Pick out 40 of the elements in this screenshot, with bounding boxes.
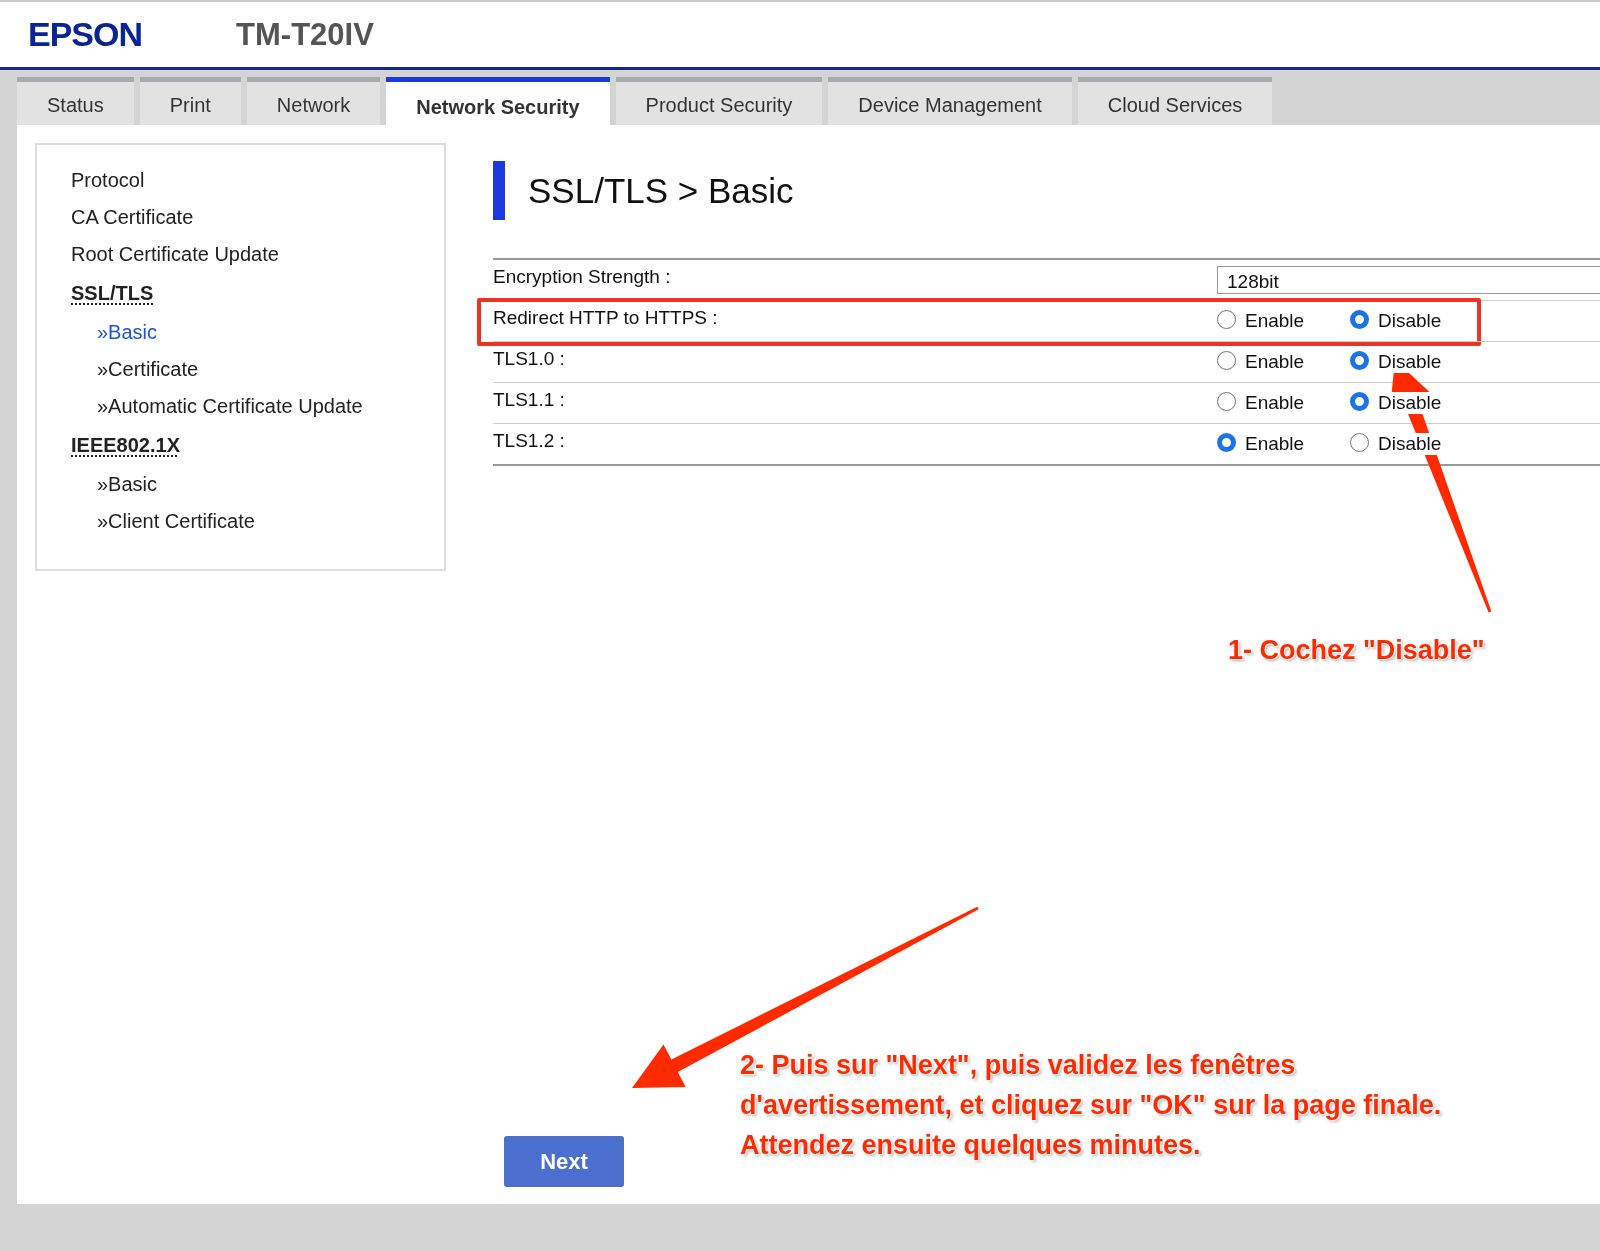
field-label: Encryption Strength : <box>493 266 672 288</box>
nav-tab[interactable]: Print <box>139 77 241 125</box>
radio-button[interactable] <box>1217 432 1236 452</box>
nav-tab[interactable]: Status <box>17 77 134 125</box>
sidebar-link[interactable]: »Basic <box>97 320 158 357</box>
sidebar-section[interactable]: IEEE802.1X <box>71 433 180 472</box>
radio-button[interactable] <box>1217 309 1236 329</box>
sidebar-link[interactable]: »Basic <box>97 472 158 509</box>
brand-logo: EPSON <box>28 15 143 54</box>
sidebar-link[interactable]: Root Certificate Update <box>71 242 279 279</box>
sidebar-link[interactable]: Protocol <box>71 168 145 205</box>
annotation-note: 2- Puis sur "Next", puis validez les fenêtres d'avertissement, et cliquez sur "OK" sur la page finale. Attendez ensuite quelques minutes. <box>740 1049 1442 1162</box>
radio-button[interactable] <box>1350 309 1369 329</box>
next-button[interactable]: Next <box>504 1136 624 1187</box>
nav-tab[interactable]: Product Security <box>615 77 823 125</box>
page-title: SSL/TLS > Basic <box>528 170 794 211</box>
sidebar-link[interactable]: »Certificate <box>97 357 199 394</box>
radio-button[interactable] <box>1350 350 1369 370</box>
radio-button[interactable] <box>1350 432 1369 452</box>
radio-label: Disable <box>1377 433 1443 455</box>
nav-tab[interactable]: Network Security <box>386 77 610 125</box>
encryption-select[interactable]: 128bit <box>1217 266 1600 294</box>
sidebar-section[interactable]: SSL/TLS <box>71 281 154 320</box>
annotation-note: 1- Cochez "Disable" <box>1228 634 1485 667</box>
sidebar-link[interactable]: »Automatic Certificate Update <box>97 394 363 431</box>
title-accent-bar <box>493 161 505 220</box>
field-label: TLS1.2 : <box>493 430 566 452</box>
field-label: TLS1.1 : <box>493 389 566 411</box>
radio-button[interactable] <box>1217 391 1236 411</box>
sidebar-link[interactable]: »Client Certificate <box>97 509 255 546</box>
nav-tab[interactable]: Device Management <box>828 77 1072 125</box>
field-label: Redirect HTTP to HTTPS : <box>493 307 719 329</box>
sidebar-link[interactable]: CA Certificate <box>71 205 194 242</box>
nav-tab[interactable]: Cloud Services <box>1077 77 1273 125</box>
nav-tab[interactable]: Network <box>246 77 381 125</box>
field-label: TLS1.0 : <box>493 348 566 370</box>
radio-button[interactable] <box>1217 350 1236 370</box>
model-name: TM-T20IV <box>236 16 374 53</box>
radio-label: Disable <box>1377 392 1443 414</box>
radio-button[interactable] <box>1350 391 1369 411</box>
